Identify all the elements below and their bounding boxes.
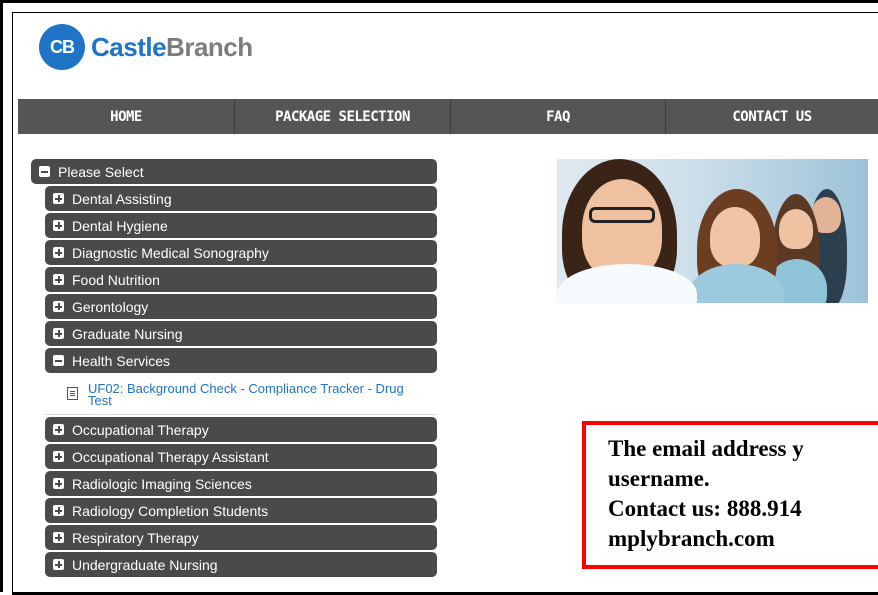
- menu-item-label: Occupational Therapy: [72, 421, 209, 438]
- alert-line-3: Contact us: 888.914: [608, 496, 802, 521]
- menu-item-label: Food Nutrition: [72, 271, 160, 288]
- menu-item-dental-assisting[interactable]: Dental Assisting: [45, 186, 437, 211]
- menu-item-label: Gerontology: [72, 298, 149, 315]
- alert-line-4: mplybranch.com: [608, 526, 775, 551]
- menu-root-please-select[interactable]: Please Select: [31, 159, 437, 184]
- nav-package-selection[interactable]: PACKAGE SELECTION: [235, 99, 451, 134]
- menu-item-label: Diagnostic Medical Sonography: [72, 244, 269, 261]
- expand-icon: [53, 478, 64, 489]
- expand-icon: [53, 301, 64, 312]
- menu-item-label: Undergraduate Nursing: [72, 556, 218, 573]
- menu-item-label: Radiologic Imaging Sciences: [72, 475, 252, 492]
- menu-item-label: Health Services: [72, 352, 171, 369]
- menu-item-radiology-completion-students[interactable]: Radiology Completion Students: [45, 498, 437, 523]
- menu-item-label: Graduate Nursing: [72, 325, 183, 342]
- nav-contact-us[interactable]: CONTACT US: [666, 99, 878, 134]
- expand-icon: [53, 274, 64, 285]
- menu-item-label: Occupational Therapy Assistant: [72, 448, 269, 465]
- menu-item-label: Respiratory Therapy: [72, 529, 199, 546]
- menu-item-undergraduate-nursing[interactable]: Undergraduate Nursing: [45, 552, 437, 577]
- menu-item-label: Radiology Completion Students: [72, 502, 269, 519]
- glasses-icon: [589, 207, 655, 223]
- package-link[interactable]: UF02: Background Check - Compliance Trac…: [88, 382, 408, 407]
- menu-item-dental-hygiene[interactable]: Dental Hygiene: [45, 213, 437, 238]
- castlebranch-logo-icon[interactable]: CB: [39, 24, 85, 70]
- expand-icon: [53, 220, 64, 231]
- nav-faq[interactable]: FAQ: [451, 99, 666, 134]
- hero-person-2-face: [779, 209, 813, 249]
- menu-item-occupational-therapy-assistant[interactable]: Occupational Therapy Assistant: [45, 444, 437, 469]
- castlebranch-logo-text[interactable]: CastleBranch: [91, 32, 253, 63]
- menu-root-label: Please Select: [58, 163, 144, 180]
- menu-item-respiratory-therapy[interactable]: Respiratory Therapy: [45, 525, 437, 550]
- alert-line-2: username.: [608, 466, 710, 491]
- expand-icon: [53, 532, 64, 543]
- expand-icon: [53, 193, 64, 204]
- expand-icon: [53, 328, 64, 339]
- package-list-item: UF02: Background Check - Compliance Trac…: [45, 375, 437, 415]
- collapse-icon: [39, 166, 50, 177]
- main-navigation: HOME PACKAGE SELECTION FAQ CONTACT US: [18, 99, 878, 134]
- nav-home[interactable]: HOME: [18, 99, 235, 134]
- expand-icon: [53, 559, 64, 570]
- menu-item-diagnostic-medical-sonography[interactable]: Diagnostic Medical Sonography: [45, 240, 437, 265]
- logo-text-branch: Branch: [166, 31, 253, 62]
- program-menu: Please Select Dental Assisting Dental Hy…: [31, 159, 437, 577]
- expand-icon: [53, 505, 64, 516]
- menu-item-graduate-nursing[interactable]: Graduate Nursing: [45, 321, 437, 346]
- expand-icon: [53, 451, 64, 462]
- menu-item-occupational-therapy[interactable]: Occupational Therapy: [45, 417, 437, 442]
- menu-item-health-services[interactable]: Health Services: [45, 348, 437, 373]
- menu-item-radiologic-imaging-sciences[interactable]: Radiologic Imaging Sciences: [45, 471, 437, 496]
- alert-line-1: The email address y: [608, 436, 804, 461]
- collapse-icon: [53, 355, 64, 366]
- hero-image: [557, 159, 868, 303]
- menu-item-food-nutrition[interactable]: Food Nutrition: [45, 267, 437, 292]
- document-icon: [67, 387, 78, 400]
- expand-icon: [53, 424, 64, 435]
- menu-item-label: Dental Assisting: [72, 190, 172, 207]
- hero-person-3-face: [710, 207, 760, 267]
- site-header: CB CastleBranch: [39, 24, 253, 70]
- error-alert: The email address y username. Contact us…: [582, 421, 878, 569]
- menu-item-label: Dental Hygiene: [72, 217, 168, 234]
- logo-text-castle: Castle: [91, 31, 167, 62]
- menu-item-gerontology[interactable]: Gerontology: [45, 294, 437, 319]
- expand-icon: [53, 247, 64, 258]
